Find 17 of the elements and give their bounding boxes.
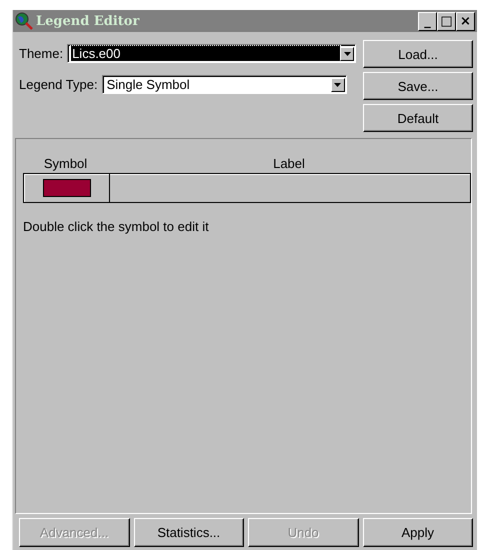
side-button[interactable]: Default <box>363 104 473 132</box>
side-button[interactable]: Save... <box>363 72 473 100</box>
dialog-button[interactable]: Apply <box>362 518 473 547</box>
globe-magnifier-icon <box>15 12 33 30</box>
maximize-button[interactable]: □ <box>437 12 456 30</box>
theme-label: Theme: <box>19 46 64 61</box>
legend-row[interactable] <box>23 173 471 203</box>
column-header: Symbol <box>42 156 88 170</box>
theme-dropdown[interactable]: Lics.e00 <box>67 44 356 63</box>
minimize-button[interactable]: _ <box>418 12 437 30</box>
hint-text: Double click the symbol to edit it <box>23 219 210 234</box>
close-button[interactable]: × <box>456 12 475 30</box>
side-button[interactable]: Load... <box>363 40 473 68</box>
window-title: Legend Editor <box>36 14 140 28</box>
column-header: Label <box>272 156 306 170</box>
symbol-swatch[interactable] <box>42 179 90 197</box>
dialog-button[interactable]: Statistics... <box>134 518 244 547</box>
